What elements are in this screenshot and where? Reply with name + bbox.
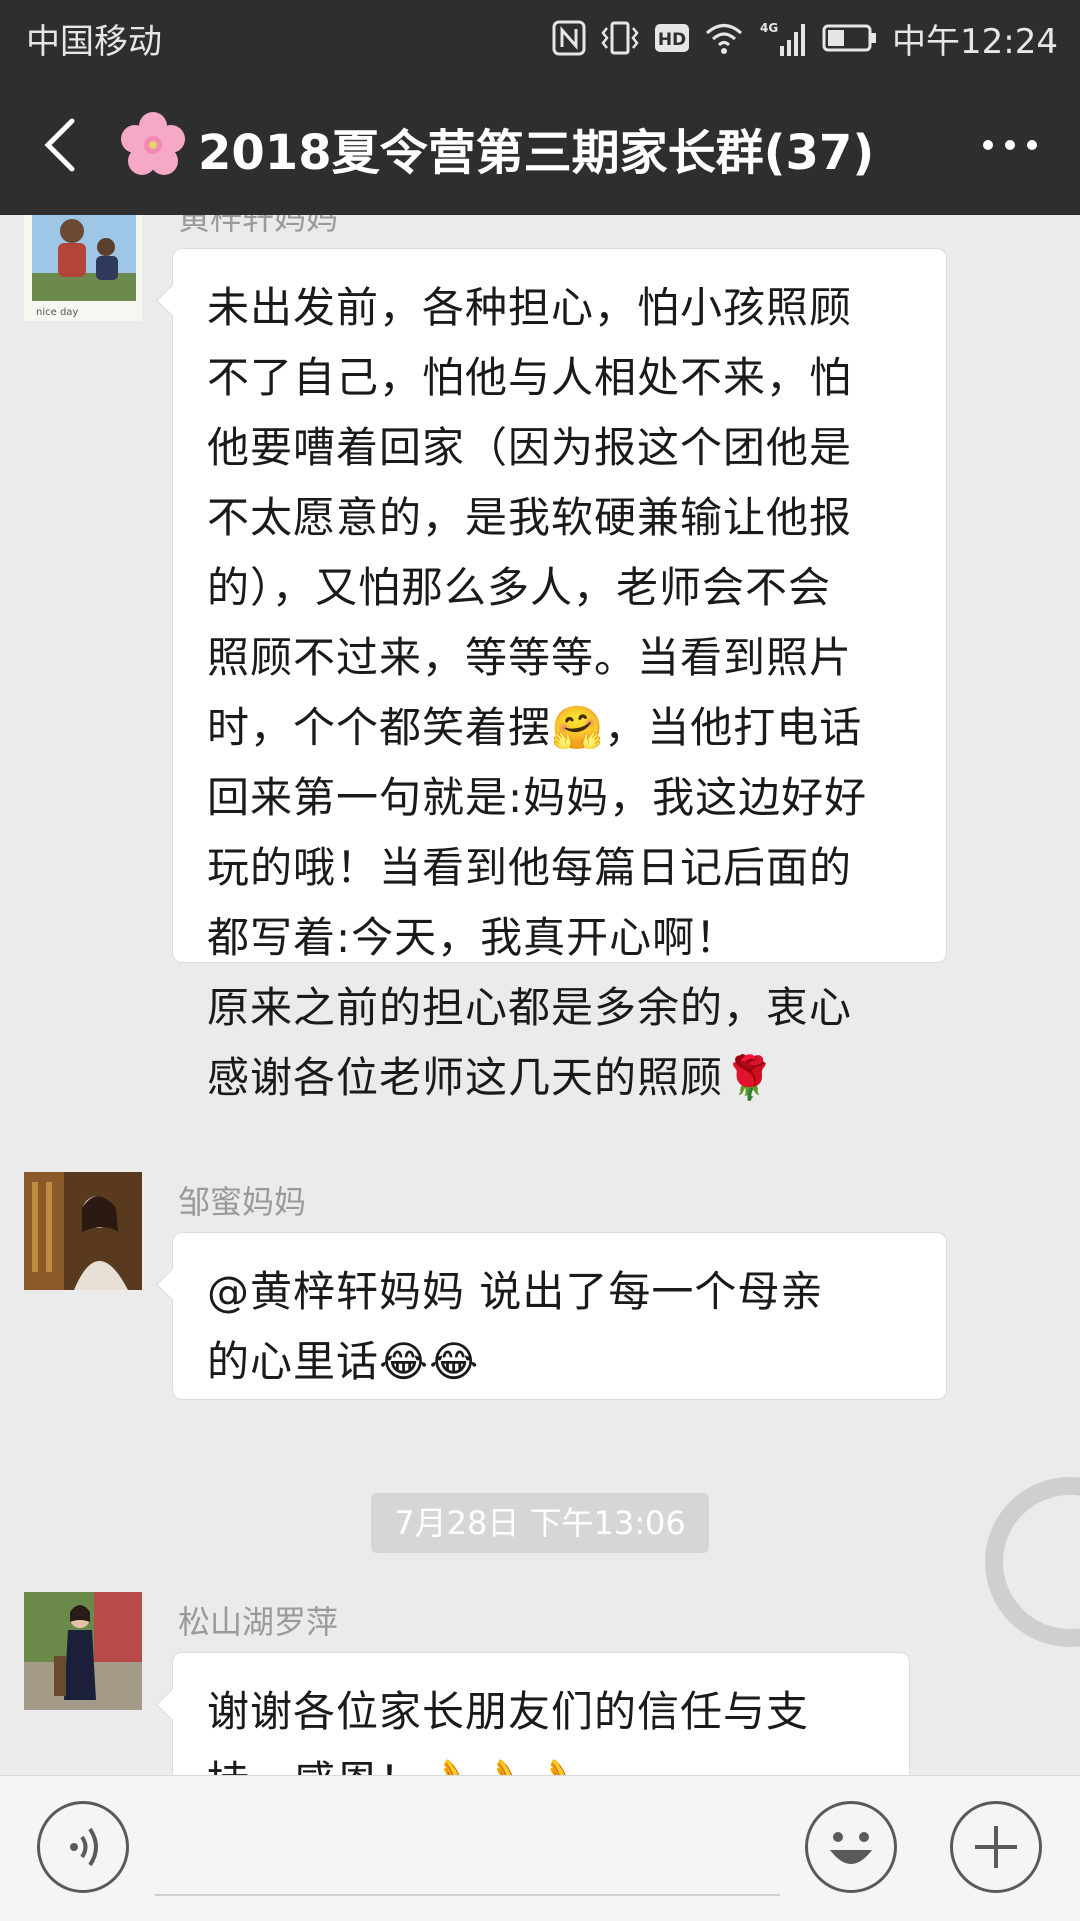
input-bar: [0, 1775, 1080, 1921]
chat-title: 2018夏令营第三期家长群(37): [198, 125, 875, 181]
message-line: 照顾不过来，等等等。当看到照片: [207, 633, 853, 682]
message-line: 不太愿意的，是我软硬兼输让他报: [207, 493, 853, 542]
voice-icon: [70, 1827, 98, 1867]
svg-text:nice day: nice day: [36, 307, 78, 318]
loading-spinner-icon: [985, 1477, 1080, 1647]
battery-icon: [822, 24, 877, 52]
timestamp: 7月28日 下午13:06: [371, 1493, 709, 1553]
message-line: 都写着:今天，我真开心啊！: [207, 913, 739, 962]
message-bubble[interactable]: @黄梓轩妈妈 说出了每一个母亲 的心里话😂😂: [172, 1232, 947, 1400]
message-line: 谢谢各位家长朋友们的信任与支: [207, 1687, 810, 1736]
sender-name: 松山湖罗萍: [178, 1603, 339, 1641]
message-bubble[interactable]: 未出发前，各种担心，怕小孩照顾 不了自己，怕他与人相处不来，怕 他要嘈着回家（因…: [172, 248, 947, 1102]
nfc-icon: [552, 20, 586, 56]
wifi-icon: [706, 24, 743, 54]
back-arrow-icon[interactable]: [36, 113, 96, 177]
vibrate-icon: [601, 21, 639, 55]
4g-signal-icon: 4G: [760, 21, 806, 56]
message-line: 的），又怕那么多人，老师会不会: [207, 563, 832, 612]
message-bubble[interactable]: 谢谢各位家长朋友们的信任与支 持，感恩！👌👌👌: [172, 1652, 910, 1775]
svg-text:HD: HD: [658, 30, 686, 50]
cherry-blossom-icon: [121, 112, 185, 175]
message-line: 时，个个都笑着摆🤗，当他打电话: [207, 703, 863, 752]
more-dots-icon[interactable]: [980, 130, 1040, 160]
message-line: 的心里话😂😂: [207, 1337, 480, 1386]
plus-icon: [975, 1826, 1017, 1868]
message-line: 回来第一句就是:妈妈，我这边好好: [207, 773, 868, 822]
message-line: 他要嘈着回家（因为报这个团他是: [207, 423, 853, 472]
svg-text:4G: 4G: [760, 21, 778, 35]
sender-name: 黄梓轩妈妈: [178, 215, 339, 237]
avatar[interactable]: [24, 1592, 142, 1710]
message-line: @黄梓轩妈妈 说出了每一个母亲: [207, 1267, 824, 1316]
sender-name: 邹蜜妈妈: [178, 1183, 307, 1221]
voice-button[interactable]: [37, 1801, 129, 1893]
message-line: 感谢各位老师这几天的照顾🌹: [207, 1053, 777, 1102]
message-line: 持，感恩！👌👌👌: [207, 1747, 875, 1775]
avatar[interactable]: nice day: [24, 215, 142, 321]
message-line: 未出发前，各种担心，怕小孩照顾: [207, 283, 853, 332]
hd-icon: HD: [655, 24, 690, 52]
emoji-icon: [830, 1832, 872, 1864]
plus-button[interactable]: [950, 1801, 1042, 1893]
status-icons: HD 4G 中午12:24: [552, 10, 1058, 66]
chat-title-bar: 2018夏令营第三期家长群(37): [0, 75, 1080, 215]
avatar[interactable]: [24, 1172, 142, 1290]
message-line: 原来之前的担心都是多余的，衷心: [207, 983, 853, 1032]
chat-messages[interactable]: nice day 黄梓轩妈妈 未出发前，各种担心，怕小孩照顾 不了自己，怕他与人…: [0, 215, 1080, 1775]
status-time: 中午12:24: [892, 21, 1058, 62]
message-line: 玩的哦！当看到他每篇日记后面的: [207, 843, 853, 892]
emoji-button[interactable]: [805, 1801, 897, 1893]
message-input[interactable]: [155, 1894, 780, 1896]
status-bar: 中国移动 HD 4G 中午12:24: [0, 0, 1080, 75]
message-line: 不了自己，怕他与人相处不来，怕: [207, 353, 853, 402]
carrier-label: 中国移动: [26, 22, 162, 62]
